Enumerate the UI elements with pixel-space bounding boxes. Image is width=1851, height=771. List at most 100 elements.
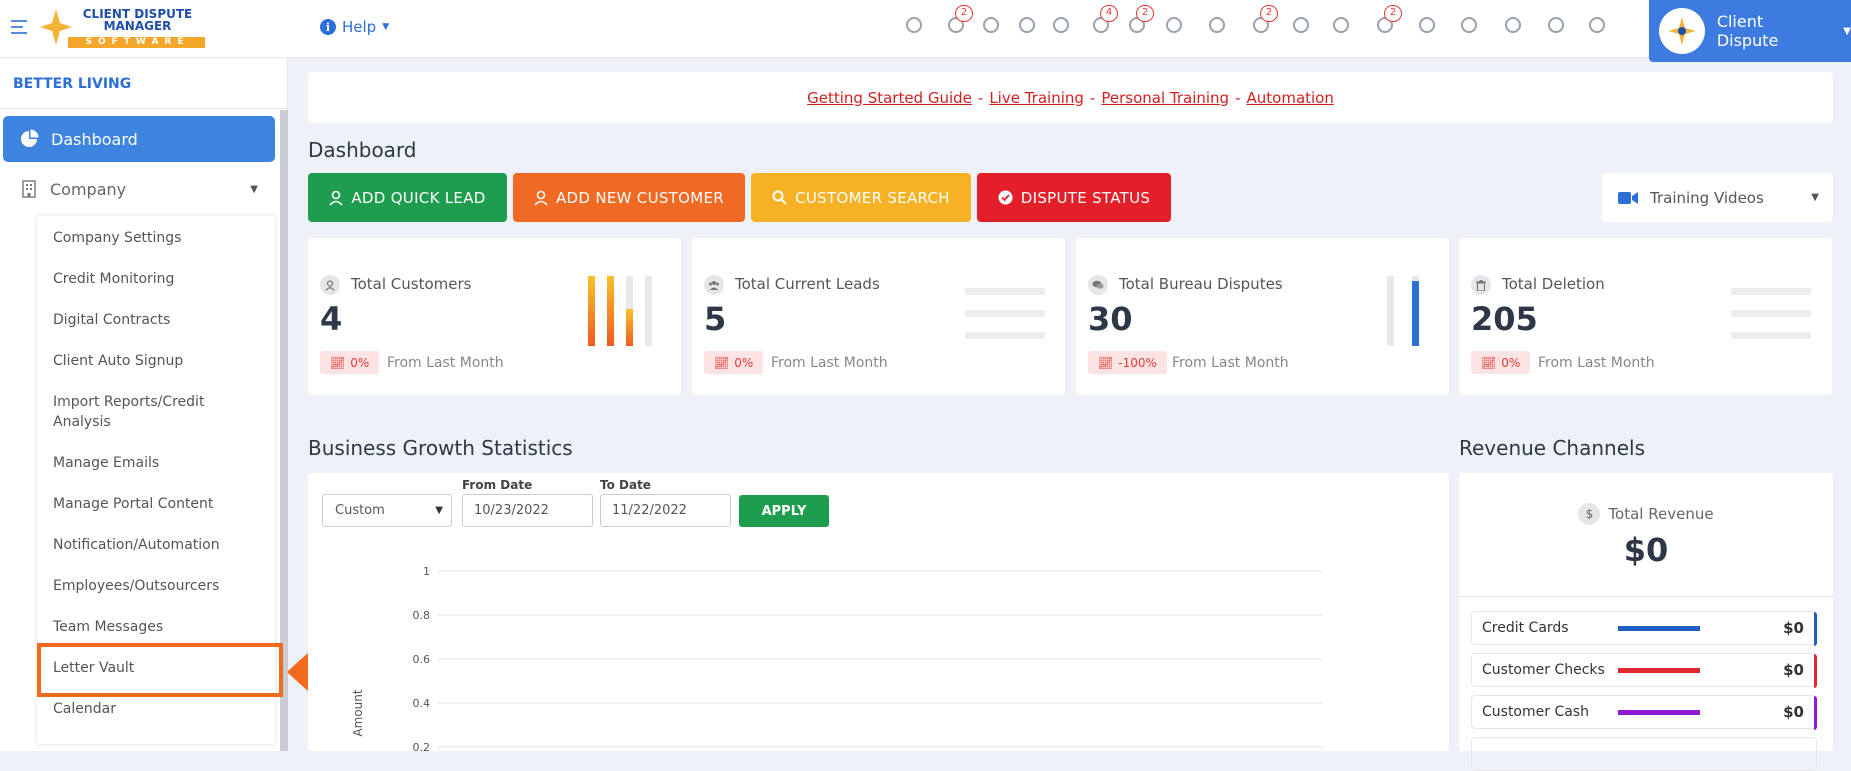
avatar [1659, 8, 1705, 54]
document-icon[interactable]: 2 [1126, 5, 1154, 38]
user-menu[interactable]: Client Dispute ▼ [1649, 0, 1851, 62]
submenu-item[interactable]: Calendar [53, 699, 253, 719]
total-revenue-value: $0 [1623, 531, 1669, 569]
trend-icon: 📈︎ [1098, 355, 1114, 370]
user-tie-icon[interactable] [1050, 14, 1074, 38]
notification-badge: 4 [1100, 5, 1118, 22]
submenu-item[interactable]: Digital Contracts [53, 310, 253, 330]
card-label: Total Bureau Disputes [1119, 275, 1283, 293]
revenue-row-label: Customer Checks [1482, 662, 1605, 678]
quick-links-bar: Getting Started Guide - Live Training - … [308, 72, 1833, 123]
submenu-item[interactable]: Client Auto Signup [53, 351, 253, 371]
letter-vault-highlight [37, 643, 283, 697]
revenue-row-bar [1618, 709, 1700, 715]
button-label: CUSTOMER SEARCH [795, 188, 950, 207]
copy-icon[interactable] [1586, 14, 1610, 38]
divider [1459, 596, 1833, 597]
submenu-item[interactable]: Team Messages [53, 617, 253, 637]
revenue-row: Customer Cash $0 [1471, 695, 1817, 730]
trend-icon: 📈︎ [330, 355, 346, 370]
revenue-row [1471, 737, 1817, 771]
submenu-item[interactable]: Company Settings [53, 228, 253, 248]
separator: - [977, 88, 984, 107]
link-automation[interactable]: Automation [1247, 89, 1334, 107]
link-personal-training[interactable]: Personal Training [1101, 89, 1229, 107]
revenue-row-value: $0 [1783, 619, 1804, 637]
mini-bar [645, 276, 652, 346]
card-from: From Last Month [387, 355, 504, 371]
revenue-panel: $ Total Revenue $0 Credit Cards $0 Custome… [1459, 473, 1833, 771]
envelope-icon[interactable] [1163, 14, 1187, 38]
submenu-item[interactable]: Manage Emails [53, 453, 253, 473]
customer-search-button[interactable]: CUSTOMER SEARCH [751, 173, 971, 222]
submenu-item[interactable]: Manage Portal Content [53, 494, 253, 514]
info-icon[interactable]: 2 [1250, 5, 1278, 38]
change-badge: 📈︎ -100% [1088, 351, 1167, 374]
separator: - [1089, 88, 1096, 107]
card-from: From Last Month [1538, 355, 1655, 371]
revenue-row-value: $0 [1783, 703, 1804, 721]
mini-line [1731, 332, 1811, 339]
button-label: ADD NEW CUSTOMER [555, 188, 724, 207]
change-value: 0% [1501, 355, 1521, 370]
add-quick-lead-button[interactable]: ADD QUICK LEAD [308, 173, 507, 222]
sitemap-icon[interactable] [1206, 14, 1230, 38]
link-getting-started[interactable]: Getting Started Guide [807, 89, 972, 107]
revenue-row-label: Credit Cards [1482, 620, 1569, 636]
training-videos-dropdown[interactable]: Training Videos ▼ [1602, 173, 1833, 222]
dropdown-label: Training Videos [1650, 188, 1764, 207]
building-icon [22, 180, 36, 198]
money-icon[interactable] [1458, 14, 1482, 38]
comments-icon [1088, 275, 1108, 295]
chat-icon[interactable] [1545, 14, 1569, 38]
sidebar-item-dashboard[interactable]: Dashboard [3, 116, 275, 162]
pen-icon[interactable]: 4 [1090, 5, 1118, 38]
submenu-item[interactable]: Credit Monitoring [53, 269, 253, 289]
revenue-row-label: Customer Cash [1482, 704, 1589, 720]
notification-badge: 2 [1384, 5, 1402, 22]
bell-icon[interactable]: 2 [945, 5, 973, 38]
revenue-row: Credit Cards $0 [1471, 611, 1817, 646]
change-value: 0% [734, 355, 754, 370]
support-agent-icon[interactable] [980, 14, 1004, 38]
stat-card-leads: Total Current Leads 5 📈︎ 0% From Last Mon… [692, 238, 1065, 395]
dollar-icon[interactable] [1016, 14, 1040, 38]
y-tick-label: 0.6 [413, 653, 431, 666]
help-menu[interactable]: i Help ▼ [320, 18, 389, 36]
revenue-row-bar [1618, 625, 1700, 631]
dispute-status-button[interactable]: DISPUTE STATUS [977, 173, 1171, 222]
submenu-item[interactable]: Import Reports/Credit Analysis [53, 392, 253, 432]
link-live-training[interactable]: Live Training [989, 89, 1084, 107]
revenue-row-accent [1814, 696, 1817, 730]
card-label: Total Current Leads [735, 275, 880, 293]
sidebar-item-company[interactable]: Company ▼ [3, 166, 275, 212]
inbox-icon[interactable] [1502, 14, 1526, 38]
search-icon [772, 190, 787, 205]
app-logo[interactable]: CLIENT DISPUTE MANAGER SOFTWARE [40, 5, 205, 49]
total-revenue-label: Total Revenue [1608, 505, 1714, 523]
users-icon[interactable] [1330, 14, 1354, 38]
user-icon [320, 275, 340, 295]
hamburger-menu-icon[interactable] [10, 18, 28, 36]
globe-icon[interactable] [1290, 14, 1314, 38]
trend-icon: 📈︎ [714, 355, 730, 370]
y-tick-label: 0.2 [413, 741, 431, 751]
submenu-item[interactable]: Employees/Outsourcers [53, 576, 253, 596]
stat-card-deletion: Total Deletion 205 📈︎ 0% From Last Month [1459, 238, 1832, 395]
change-value: 0% [350, 355, 370, 370]
mail-open-icon[interactable] [1416, 14, 1440, 38]
submenu-item[interactable]: Notification/Automation [53, 535, 253, 555]
card-from: From Last Month [1172, 355, 1289, 371]
stat-card-customers: Total Customers 4 📈︎ 0% From Last Month [308, 238, 681, 395]
chevron-down-icon: ▼ [1811, 192, 1819, 203]
warning-icon[interactable]: 2 [1374, 5, 1402, 38]
user-name: Client Dispute [1716, 12, 1779, 50]
y-tick-label: 1 [423, 565, 430, 578]
trend-icon: 📈︎ [1481, 355, 1497, 370]
add-new-customer-button[interactable]: ADD NEW CUSTOMER [513, 173, 745, 222]
check-circle-icon [998, 190, 1013, 205]
mini-bar [607, 276, 614, 346]
tasks-icon[interactable] [903, 14, 927, 38]
page-title: Dashboard [308, 138, 417, 162]
mini-bar [1412, 276, 1419, 346]
